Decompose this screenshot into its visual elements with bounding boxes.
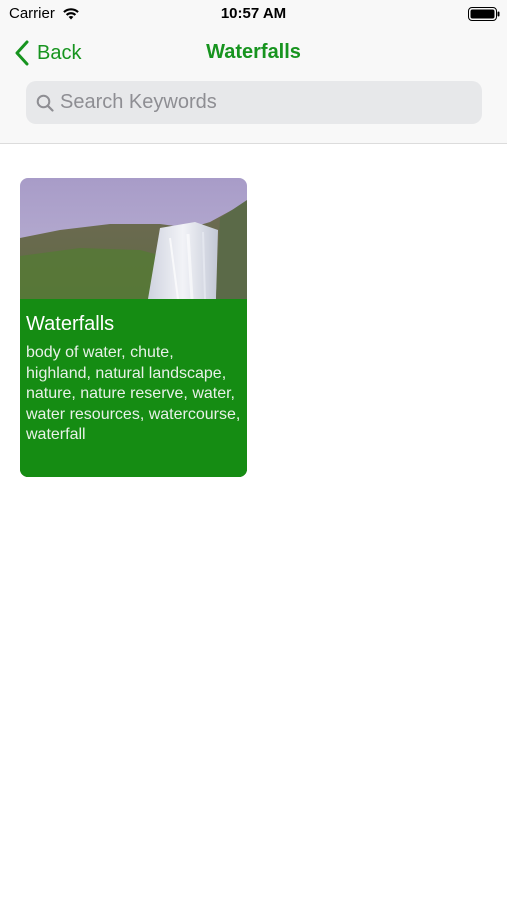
card-keywords: body of water, chute, highland, natural … xyxy=(26,344,241,443)
status-bar: Carrier 10:57 AM xyxy=(0,0,507,28)
page-title: Waterfalls xyxy=(206,41,301,63)
status-time: 10:57 AM xyxy=(220,5,287,22)
topic-card[interactable]: Waterfalls body of water, chute, highlan… xyxy=(20,178,247,477)
card-title: Waterfalls xyxy=(26,313,115,335)
search-icon xyxy=(36,94,54,112)
header-area: Carrier 10:57 AM Back Waterfalls xyxy=(0,0,507,144)
search-bar[interactable] xyxy=(26,81,482,124)
search-input[interactable] xyxy=(60,81,470,124)
battery-icon xyxy=(468,7,500,21)
